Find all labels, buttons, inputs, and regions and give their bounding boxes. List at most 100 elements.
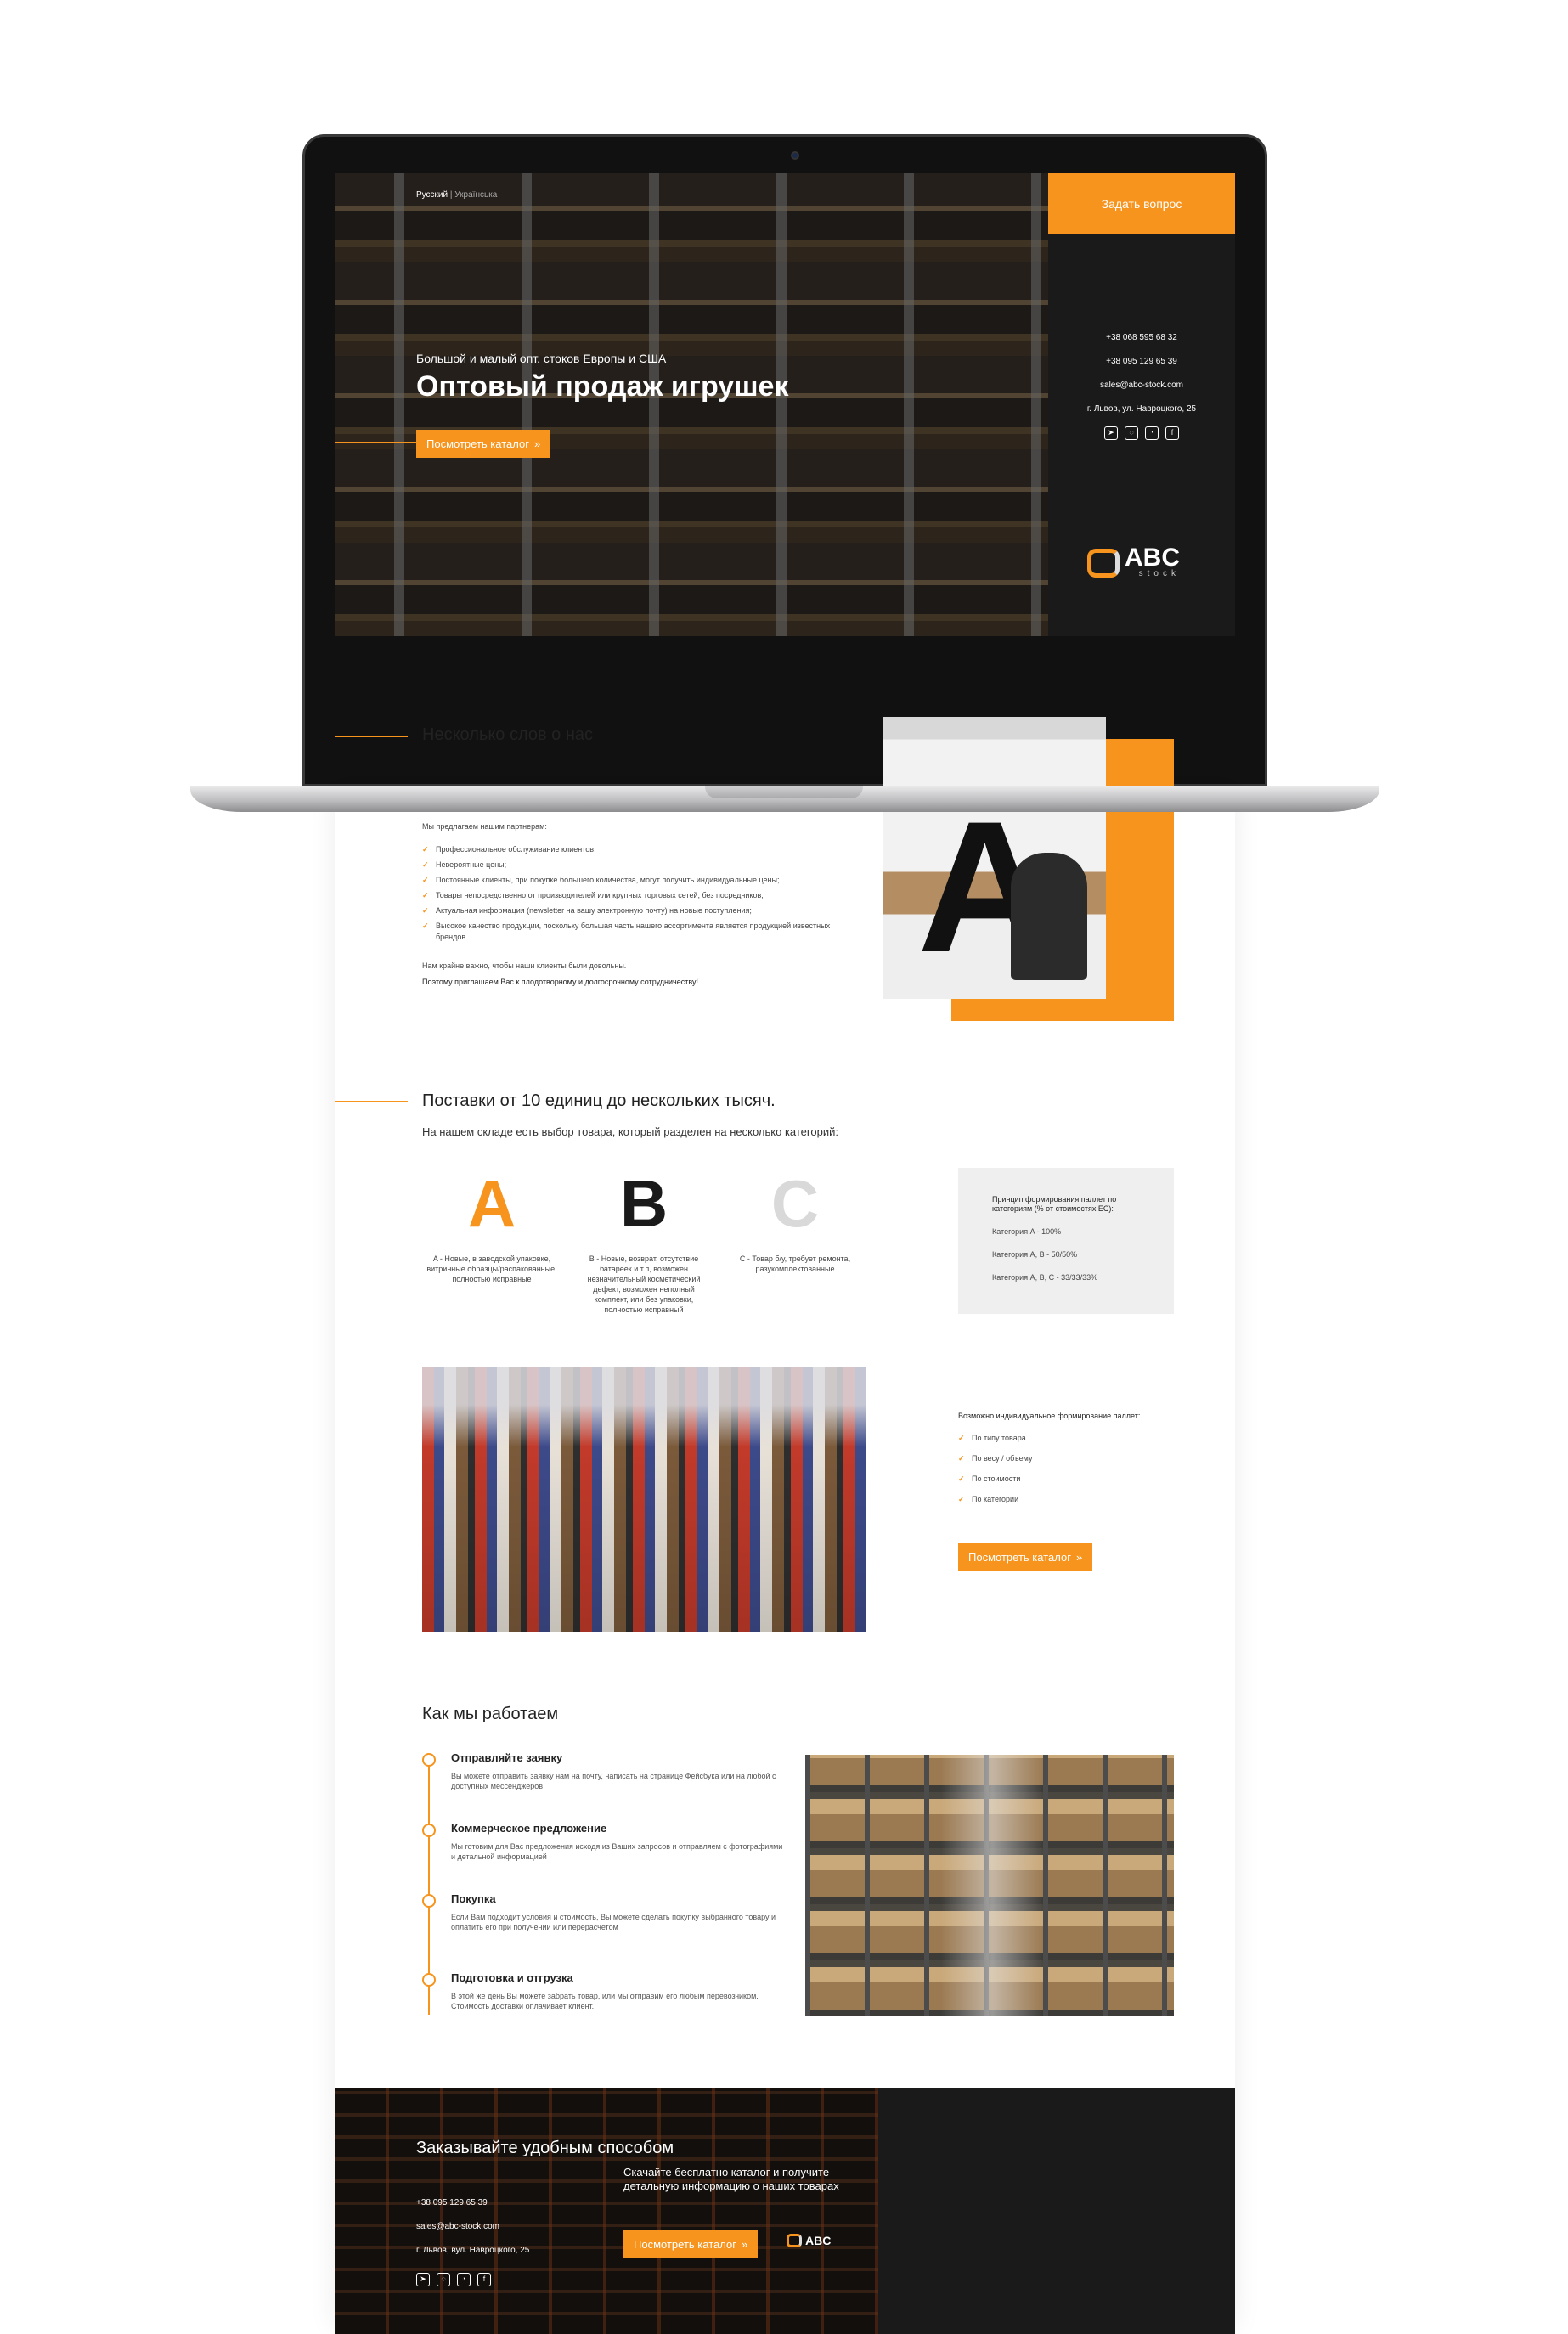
about-benefit: Высокое качество продукции, поскольку бо… [422, 921, 847, 943]
step-desc: Мы готовим для Вас предложения исходя из… [451, 1842, 783, 1861]
footer-section: Заказывайте удобным способом +38 095 129… [335, 2088, 1235, 2334]
footer-phone[interactable]: +38 095 129 65 39 [416, 2191, 529, 2215]
facebook-icon[interactable]: f [477, 2273, 491, 2286]
pallet-principle-title: Принцип формирования паллет по категория… [992, 1195, 1117, 1213]
chevrons-right-icon: » [533, 437, 541, 450]
laptop-notch [705, 786, 863, 798]
footer-address: г. Львов, вул. Навроцкого, 25 [416, 2246, 530, 2255]
hero-accent-line [335, 442, 416, 443]
step-dot-icon [422, 1824, 436, 1837]
category-a-desc: A - Новые, в заводской упаковке, витринн… [426, 1254, 557, 1283]
about-line-2: Поэтому приглашаем Вас к плодотворному и… [422, 978, 698, 986]
facebook-icon[interactable]: f [1165, 426, 1179, 440]
supply-accent-line [335, 1101, 408, 1102]
pallet-principle-item: Категория A - 100% [992, 1227, 1062, 1236]
viber-icon[interactable]: ◔ [1145, 426, 1159, 440]
logo-mark-icon [1087, 548, 1120, 578]
lang-ua-link[interactable]: Українська [454, 190, 497, 200]
step-desc: Если Вам подходит условия и стоимость, В… [451, 1913, 776, 1931]
about-office-photo: A [883, 717, 1106, 999]
step-title: Коммерческое предложение [451, 1822, 607, 1835]
pallet-option: По стоимости [958, 1474, 1179, 1484]
ask-question-button[interactable]: Задать вопрос [1048, 173, 1235, 234]
lang-ru-link[interactable]: Русский [416, 190, 448, 200]
about-intro: Мы предлагаем нашим партнерам: [422, 822, 547, 831]
hero-subtitle: Большой и малый опт. стоков Европы и США [416, 352, 667, 365]
category-c-desc: C - Товар б/у, требует ремонта, разукомп… [739, 1254, 851, 1273]
step-dot-icon [422, 1753, 436, 1767]
footer-cta-text: Скачайте бесплатно каталог и получите де… [623, 2166, 839, 2192]
category-b-desc: B - Новые, возврат, отсутствие батареек … [587, 1254, 701, 1314]
step-dot-icon [422, 1973, 436, 1987]
pallet-option: По весу / объему [958, 1454, 1179, 1463]
step-title: Отправляйте заявку [451, 1751, 563, 1764]
footer-logo-text: ABC [805, 2234, 832, 2247]
pallet-option: По типу товара [958, 1434, 1179, 1443]
category-c-letter: C [770, 1166, 820, 1241]
whatsapp-icon[interactable]: ◌ [1125, 426, 1138, 440]
step-dot-icon [422, 1894, 436, 1908]
supply-catalog-button[interactable]: Посмотреть каталог » [958, 1543, 1093, 1571]
language-switcher: Русский | Українська [416, 190, 497, 200]
pallet-option: По категории [958, 1495, 1179, 1504]
step-item: Отправляйте заявку Вы можете отправить з… [422, 1751, 787, 1791]
supply-subtitle: На нашем складе есть выбор товара, котор… [422, 1125, 838, 1138]
category-b: B B - Новые, возврат, отсутствие батарее… [576, 1165, 712, 1315]
webcam-icon [791, 151, 799, 160]
supply-title: Поставки от 10 единиц до нескольких тыся… [422, 1091, 776, 1110]
step-title: Подготовка и отгрузка [451, 1971, 573, 1984]
hero-address: г. Львов, ул. Навроцкого, 25 [1086, 404, 1197, 414]
about-benefit: Постоянные клиенты, при покупке большего… [422, 875, 847, 886]
step-item: Коммерческое предложение Мы готовим для … [422, 1822, 787, 1862]
footer-social-links: ➤ ◌ ◔ f [416, 2273, 491, 2286]
logo-mark-icon [787, 2234, 802, 2247]
category-a: A A - Новые, в заводской упаковке, витри… [424, 1165, 560, 1284]
hero-catalog-label: Посмотреть каталог [426, 437, 529, 450]
pallet-principle-item: Категория A, B, C - 33/33/33% [992, 1273, 1098, 1282]
step-item: Подготовка и отгрузка В этой же день Вы … [422, 1971, 787, 2011]
office-person [1011, 853, 1087, 980]
hero-phone-2[interactable]: +38 095 129 65 39 [1048, 350, 1235, 374]
footer-catalog-button[interactable]: Посмотреть каталог » [623, 2230, 759, 2258]
warehouse-photo [422, 1367, 866, 1632]
pallet-principle-item: Категория A, B - 50/50% [992, 1250, 1078, 1259]
step-item: Покупка Если Вам подходит условия и стои… [422, 1892, 787, 1932]
footer-dark-panel [878, 2088, 1235, 2334]
about-title: Несколько слов о нас [422, 725, 594, 744]
hero-contacts: +38 068 595 68 32 +38 095 129 65 39 sale… [1048, 326, 1235, 440]
about-benefit: Актуальная информация (newsletter на ваш… [422, 905, 847, 916]
footer-catalog-label: Посмотреть каталог [634, 2238, 736, 2251]
hero-warehouse-photo [335, 173, 1048, 636]
abc-stock-logo[interactable]: ABC stock [1087, 544, 1180, 578]
supply-catalog-label: Посмотреть каталог [968, 1551, 1071, 1564]
pallet-options-list: По типу товара По весу / объему По стоим… [958, 1434, 1179, 1515]
footer-contacts: +38 095 129 65 39 sales@abc-stock.com г.… [416, 2191, 529, 2263]
viber-icon[interactable]: ◔ [457, 2273, 471, 2286]
about-benefit: Товары непосредственно от производителей… [422, 890, 847, 901]
pallet-principle-box: Принцип формирования паллет по категория… [958, 1168, 1174, 1314]
step-desc: Вы можете отправить заявку нам на почту,… [451, 1772, 776, 1790]
about-accent-line [335, 736, 408, 737]
options-title: Возможно индивидуальное формирование пал… [958, 1412, 1141, 1420]
whatsapp-icon[interactable]: ◌ [437, 2273, 450, 2286]
telegram-icon[interactable]: ➤ [416, 2273, 430, 2286]
how-title: Как мы работаем [422, 1705, 559, 1723]
footer-title: Заказывайте удобным способом [416, 2139, 674, 2157]
chevrons-right-icon: » [1075, 1551, 1083, 1564]
telegram-icon[interactable]: ➤ [1104, 426, 1118, 440]
about-benefit: Профессиональное обслуживание клиентов; [422, 844, 847, 855]
warehouse-shelves-photo [805, 1755, 1174, 2016]
hero-catalog-button[interactable]: Посмотреть каталог » [416, 430, 551, 458]
lang-separator: | [449, 190, 453, 200]
hero-social-links: ➤ ◌ ◔ f [1048, 426, 1235, 440]
footer-email[interactable]: sales@abc-stock.com [416, 2215, 529, 2239]
hero-email[interactable]: sales@abc-stock.com [1048, 374, 1235, 397]
category-c: C C - Товар б/у, требует ремонта, разуко… [727, 1165, 863, 1274]
hero-section: Русский | Українська Большой и малый опт… [335, 173, 1235, 636]
footer-logo[interactable]: ABC [787, 2234, 831, 2247]
step-title: Покупка [451, 1892, 496, 1905]
category-a-letter: A [467, 1166, 516, 1241]
hero-phone-1[interactable]: +38 068 595 68 32 [1048, 326, 1235, 350]
step-desc: В этой же день Вы можете забрать товар, … [451, 1992, 759, 2010]
logo-text: ABC [1125, 544, 1180, 572]
